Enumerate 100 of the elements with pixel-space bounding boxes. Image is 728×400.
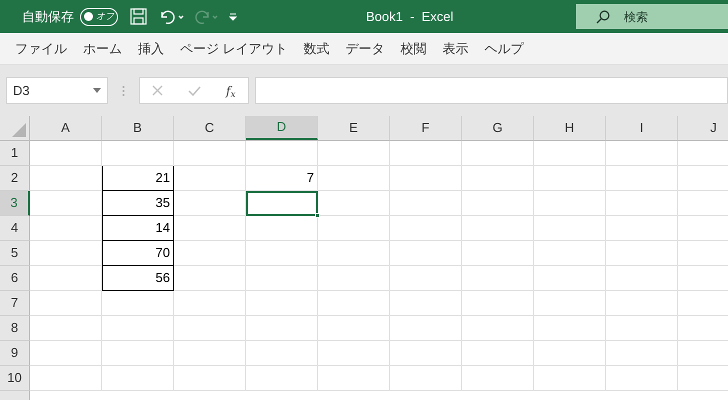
cell[interactable] bbox=[606, 241, 678, 266]
selected-cell[interactable] bbox=[246, 191, 318, 216]
cell[interactable]: 35 bbox=[102, 191, 174, 216]
ribbon-tab[interactable]: 数式 bbox=[296, 33, 338, 64]
cell[interactable] bbox=[318, 166, 390, 191]
cell[interactable] bbox=[390, 141, 462, 166]
cell[interactable] bbox=[390, 316, 462, 341]
cell[interactable] bbox=[318, 141, 390, 166]
cell[interactable] bbox=[462, 316, 534, 341]
cell[interactable] bbox=[174, 341, 246, 366]
cell[interactable] bbox=[246, 291, 318, 316]
cell[interactable] bbox=[174, 191, 246, 216]
column-header[interactable]: G bbox=[462, 116, 534, 140]
cell[interactable] bbox=[30, 166, 102, 191]
cell[interactable] bbox=[246, 366, 318, 391]
cell[interactable] bbox=[462, 266, 534, 291]
cell[interactable] bbox=[534, 216, 606, 241]
cell[interactable] bbox=[462, 216, 534, 241]
cell[interactable] bbox=[534, 166, 606, 191]
cell[interactable] bbox=[390, 291, 462, 316]
cell[interactable] bbox=[462, 341, 534, 366]
cell[interactable] bbox=[174, 166, 246, 191]
row-header[interactable]: 5 bbox=[0, 241, 30, 266]
cell[interactable] bbox=[246, 216, 318, 241]
cell[interactable] bbox=[534, 366, 606, 391]
cell[interactable] bbox=[390, 341, 462, 366]
cell[interactable] bbox=[462, 241, 534, 266]
cell[interactable]: 21 bbox=[102, 166, 174, 191]
cell[interactable] bbox=[606, 316, 678, 341]
column-header[interactable]: J bbox=[678, 116, 728, 140]
column-header[interactable]: D bbox=[246, 116, 318, 140]
cell[interactable] bbox=[390, 266, 462, 291]
cell[interactable] bbox=[102, 366, 174, 391]
cell[interactable] bbox=[30, 291, 102, 316]
cell[interactable] bbox=[534, 266, 606, 291]
cell[interactable] bbox=[174, 216, 246, 241]
column-header[interactable]: E bbox=[318, 116, 390, 140]
cell[interactable] bbox=[102, 316, 174, 341]
cell[interactable] bbox=[534, 191, 606, 216]
formula-field[interactable] bbox=[255, 77, 728, 104]
row-header[interactable]: 9 bbox=[0, 341, 30, 366]
cell[interactable] bbox=[174, 366, 246, 391]
cell[interactable] bbox=[30, 341, 102, 366]
cell[interactable] bbox=[606, 291, 678, 316]
cell[interactable] bbox=[534, 291, 606, 316]
cell[interactable] bbox=[534, 316, 606, 341]
column-header[interactable]: F bbox=[390, 116, 462, 140]
ribbon-tab[interactable]: 表示 bbox=[434, 33, 477, 64]
cell[interactable] bbox=[390, 191, 462, 216]
cell[interactable] bbox=[606, 166, 678, 191]
row-header[interactable]: 1 bbox=[0, 141, 30, 166]
cell[interactable] bbox=[318, 266, 390, 291]
autosave-toggle[interactable]: オフ bbox=[80, 8, 118, 26]
cell[interactable] bbox=[462, 166, 534, 191]
ribbon-tab[interactable]: 挿入 bbox=[130, 33, 172, 64]
column-header[interactable]: A bbox=[30, 116, 102, 140]
cell[interactable]: 70 bbox=[102, 241, 174, 266]
cell[interactable] bbox=[390, 366, 462, 391]
cell[interactable] bbox=[174, 266, 246, 291]
ribbon-tab[interactable]: ページ レイアウト bbox=[172, 33, 296, 64]
cell[interactable] bbox=[606, 341, 678, 366]
check-icon[interactable] bbox=[188, 86, 202, 96]
search-field[interactable]: 検索 bbox=[576, 4, 728, 29]
cell[interactable] bbox=[30, 216, 102, 241]
customize-icon[interactable] bbox=[229, 12, 237, 20]
cell[interactable] bbox=[174, 241, 246, 266]
column-header[interactable]: I bbox=[606, 116, 678, 140]
row-header[interactable]: 10 bbox=[0, 366, 30, 391]
row-header[interactable]: 6 bbox=[0, 266, 30, 291]
cell[interactable] bbox=[174, 291, 246, 316]
cell[interactable] bbox=[318, 341, 390, 366]
cell[interactable] bbox=[318, 316, 390, 341]
cell[interactable] bbox=[30, 266, 102, 291]
cell[interactable] bbox=[318, 216, 390, 241]
cell[interactable] bbox=[390, 166, 462, 191]
ribbon-tab[interactable]: ヘルプ bbox=[476, 33, 532, 64]
row-header[interactable]: 8 bbox=[0, 316, 30, 341]
cell[interactable] bbox=[534, 241, 606, 266]
select-all-icon[interactable] bbox=[12, 123, 26, 137]
undo-icon[interactable] bbox=[159, 8, 185, 24]
cell[interactable] bbox=[606, 266, 678, 291]
cell[interactable] bbox=[30, 366, 102, 391]
cell[interactable] bbox=[462, 141, 534, 166]
cell[interactable] bbox=[462, 291, 534, 316]
column-header[interactable]: H bbox=[534, 116, 606, 140]
cell[interactable] bbox=[246, 241, 318, 266]
cancel-icon[interactable] bbox=[152, 85, 164, 96]
cell[interactable] bbox=[30, 241, 102, 266]
name-box[interactable]: D3 bbox=[6, 77, 108, 104]
cell[interactable]: 56 bbox=[102, 266, 174, 291]
ribbon-tab[interactable]: 校閲 bbox=[392, 33, 435, 64]
cell[interactable] bbox=[246, 266, 318, 291]
cell[interactable] bbox=[318, 291, 390, 316]
cell[interactable] bbox=[534, 141, 606, 166]
cell[interactable] bbox=[462, 191, 534, 216]
cell[interactable] bbox=[174, 316, 246, 341]
cell[interactable] bbox=[318, 366, 390, 391]
cell[interactable] bbox=[30, 316, 102, 341]
cell[interactable] bbox=[606, 141, 678, 166]
cell[interactable] bbox=[534, 341, 606, 366]
